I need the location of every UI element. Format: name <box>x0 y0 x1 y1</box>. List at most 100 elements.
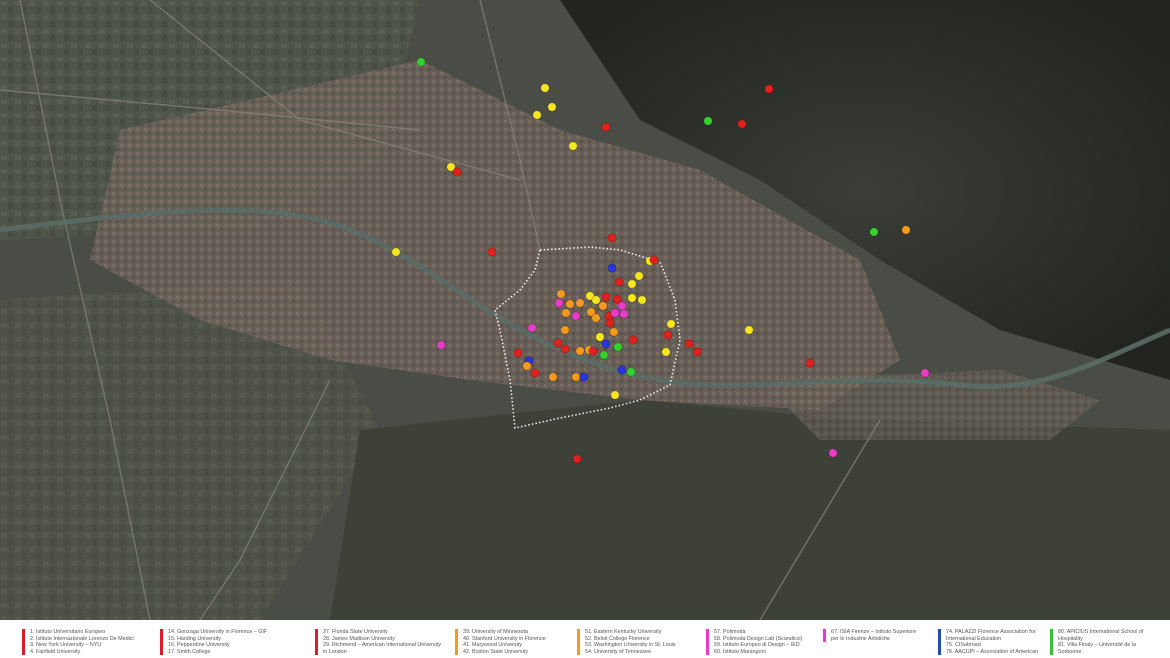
university-marker-orange[interactable] <box>591 313 601 323</box>
legend-column: 67. ISIA Firenze – Istituto Superiore per… <box>823 629 916 643</box>
legend-entry: Hospitality <box>1058 635 1083 642</box>
legend-entry: 14. Gonzaga University in Florence – GIF <box>168 629 268 635</box>
university-marker-magenta[interactable] <box>920 368 930 378</box>
legend-entry: in London <box>323 648 347 655</box>
legend-entry: 29. Richmond – American International Un… <box>323 642 442 649</box>
university-marker-red[interactable] <box>553 338 563 348</box>
university-marker-yellow[interactable] <box>661 347 671 357</box>
university-marker-orange[interactable] <box>598 301 608 311</box>
university-marker-orange[interactable] <box>575 346 585 356</box>
university-marker-blue[interactable] <box>579 372 589 382</box>
university-marker-red[interactable] <box>764 84 774 94</box>
university-marker-magenta[interactable] <box>617 301 627 311</box>
university-marker-magenta[interactable] <box>554 298 564 308</box>
legend-entry: 17. Smith College <box>168 648 211 655</box>
university-marker-red[interactable] <box>628 335 638 345</box>
legend-entry: 2. Istituto Internazionale Lorenzo De Me… <box>30 635 134 642</box>
university-marker-red[interactable] <box>649 255 659 265</box>
university-marker-yellow[interactable] <box>595 332 605 342</box>
university-marker-orange[interactable] <box>522 361 532 371</box>
university-marker-red[interactable] <box>487 247 497 257</box>
university-marker-magenta[interactable] <box>571 311 581 321</box>
university-marker-green[interactable] <box>416 57 426 67</box>
university-marker-magenta[interactable] <box>436 340 446 350</box>
legend-entry: 4. Fairfield University <box>30 648 81 655</box>
university-marker-yellow[interactable] <box>627 279 637 289</box>
university-marker-green[interactable] <box>869 227 879 237</box>
university-marker-red[interactable] <box>612 294 622 304</box>
university-marker-yellow[interactable] <box>547 102 557 112</box>
university-marker-yellow[interactable] <box>627 293 637 303</box>
university-marker-green[interactable] <box>626 367 636 377</box>
university-marker-red[interactable] <box>663 330 673 340</box>
legend-entry: 60. Istituto Marangoni <box>714 648 766 655</box>
legend-entry: 52. Beloit College Florence <box>585 635 650 642</box>
university-marker-red[interactable] <box>607 233 617 243</box>
legend-column: 74. PALAZZI Florence Association for Inte… <box>938 629 1038 656</box>
legend-entry: International Education <box>946 635 1002 642</box>
university-marker-red[interactable] <box>560 344 570 354</box>
university-marker-red[interactable] <box>601 292 611 302</box>
university-marker-orange[interactable] <box>561 308 571 318</box>
legend-entry: 57. Polimoda <box>714 629 746 635</box>
university-marker-yellow[interactable] <box>591 295 601 305</box>
legend-entry: 16. Pepperdine University <box>168 642 230 649</box>
legend-column: 14. Gonzaga University in Florence – GIF… <box>160 629 268 656</box>
university-marker-orange[interactable] <box>560 325 570 335</box>
legend-entry: 59. Istituto Europeo di Design – IED <box>714 642 800 649</box>
legend-entry: 75. CISabroad <box>946 642 981 649</box>
university-marker-yellow[interactable] <box>666 319 676 329</box>
university-marker-orange[interactable] <box>901 225 911 235</box>
university-marker-red[interactable] <box>572 454 582 464</box>
university-marker-orange[interactable] <box>609 327 619 337</box>
legend-column: 51. Eastern Kentucky University 52. Beloi… <box>577 629 676 656</box>
university-marker-red[interactable] <box>601 122 611 132</box>
university-marker-green[interactable] <box>703 116 713 126</box>
university-marker-red[interactable] <box>588 346 598 356</box>
university-marker-blue[interactable] <box>617 365 627 375</box>
legend-entry: 1. Istituto Universitario Europeo <box>30 629 106 635</box>
university-marker-yellow[interactable] <box>532 110 542 120</box>
university-marker-magenta[interactable] <box>828 448 838 458</box>
legend-entry: 28. James Madison University <box>323 635 395 642</box>
legend-entry: 80. APICIUS International School of <box>1058 629 1144 635</box>
map-canvas <box>0 0 1170 620</box>
university-marker-yellow[interactable] <box>540 83 550 93</box>
university-marker-red[interactable] <box>614 277 624 287</box>
legend-column: 39. University of Minnesota 40. Stanford … <box>455 629 546 656</box>
university-marker-red[interactable] <box>805 358 815 368</box>
university-marker-red[interactable] <box>530 368 540 378</box>
university-marker-red[interactable] <box>692 347 702 357</box>
university-marker-red[interactable] <box>737 119 747 129</box>
legend-entry: 54. University of Tennessee <box>585 648 652 655</box>
university-marker-orange[interactable] <box>565 299 575 309</box>
university-marker-magenta[interactable] <box>619 309 629 319</box>
university-marker-yellow[interactable] <box>610 390 620 400</box>
university-marker-yellow[interactable] <box>744 325 754 335</box>
legend-entry: 53. Washington University in St. Louis <box>585 642 676 649</box>
university-marker-orange[interactable] <box>548 372 558 382</box>
legend-column: 80. APICIUS International School of Hospi… <box>1050 629 1144 656</box>
university-marker-orange[interactable] <box>556 289 566 299</box>
university-marker-yellow[interactable] <box>637 295 647 305</box>
university-marker-red[interactable] <box>605 318 615 328</box>
legend-entry: per le Industrie Artistiche <box>831 635 891 642</box>
satellite-map[interactable] <box>0 0 1170 620</box>
university-marker-red[interactable] <box>684 339 694 349</box>
university-marker-green[interactable] <box>599 350 609 360</box>
university-marker-red[interactable] <box>513 348 523 358</box>
university-marker-magenta[interactable] <box>527 323 537 333</box>
university-marker-magenta[interactable] <box>610 308 620 318</box>
legend-column: 1. Istituto Universitario Europeo 2. Isti… <box>22 629 134 656</box>
university-marker-blue[interactable] <box>607 263 617 273</box>
university-marker-orange[interactable] <box>571 372 581 382</box>
university-marker-yellow[interactable] <box>634 271 644 281</box>
university-marker-red[interactable] <box>452 167 462 177</box>
university-marker-yellow[interactable] <box>568 141 578 151</box>
university-marker-orange[interactable] <box>575 298 585 308</box>
university-marker-green[interactable] <box>613 342 623 352</box>
legend-entry: Sorbonne <box>1058 648 1082 655</box>
university-marker-yellow[interactable] <box>391 247 401 257</box>
university-marker-blue[interactable] <box>601 339 611 349</box>
legend-column: 27. Florida State University 28. James Ma… <box>315 629 442 656</box>
